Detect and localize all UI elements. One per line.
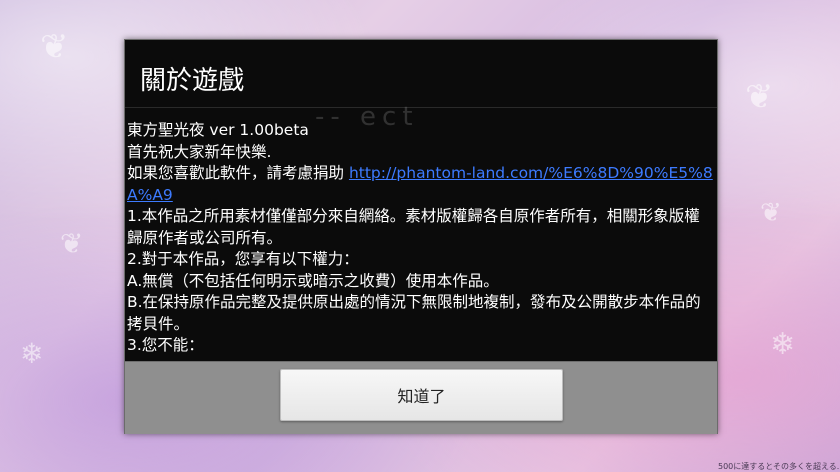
version-line: 東方聖光夜 ver 1.00beta	[127, 121, 309, 139]
background-butterfly-icon: ❦	[745, 77, 774, 117]
terms-line: B.在保持原作品完整及提供原出處的情況下無限制地複制，發布及公開散步本作品的拷貝…	[127, 293, 701, 333]
background-caption: 500に達するとその多くを超える...	[718, 462, 840, 471]
terms-line: 1.本作品之所用素材僅僅部分來自網絡。素材版權歸各自原作者所有，相關形象版權歸原…	[127, 207, 700, 247]
terms-line: 3.您不能：	[127, 336, 204, 354]
background-butterfly-icon: ❦	[60, 227, 84, 260]
donate-line: 如果您喜歡此軟件，請考慮捐助 http://phantom-land.com/%…	[127, 163, 715, 206]
terms-line: A.無償（不包括任何明示或暗示之收費）使用本作品。	[127, 271, 499, 290]
background-butterfly-icon: ❦	[760, 198, 782, 228]
background-butterfly-icon: ❦	[40, 27, 69, 67]
terms-line: 2.對于本作品，您享有以下權力：	[127, 250, 359, 268]
title-divider	[125, 107, 717, 108]
donate-text: 如果您喜歡此軟件，請考慮捐助	[127, 164, 349, 182]
dialog-title: 關於遊戲	[140, 66, 245, 96]
greeting-line: 首先祝大家新年快樂.	[127, 142, 272, 161]
dialog-button-bar: 知道了	[125, 361, 717, 434]
dialog-message: 東方聖光夜 ver 1.00beta 首先祝大家新年快樂. 如果您喜歡此軟件，請…	[127, 120, 715, 360]
background-snowflake-icon: ❄	[770, 327, 796, 362]
ok-button[interactable]: 知道了	[280, 369, 563, 421]
about-game-dialog: 關於遊戲 -- ect 東方聖光夜 ver 1.00beta 首先祝大家新年快樂…	[124, 39, 718, 434]
background-snowflake-icon: ❄	[20, 337, 44, 370]
